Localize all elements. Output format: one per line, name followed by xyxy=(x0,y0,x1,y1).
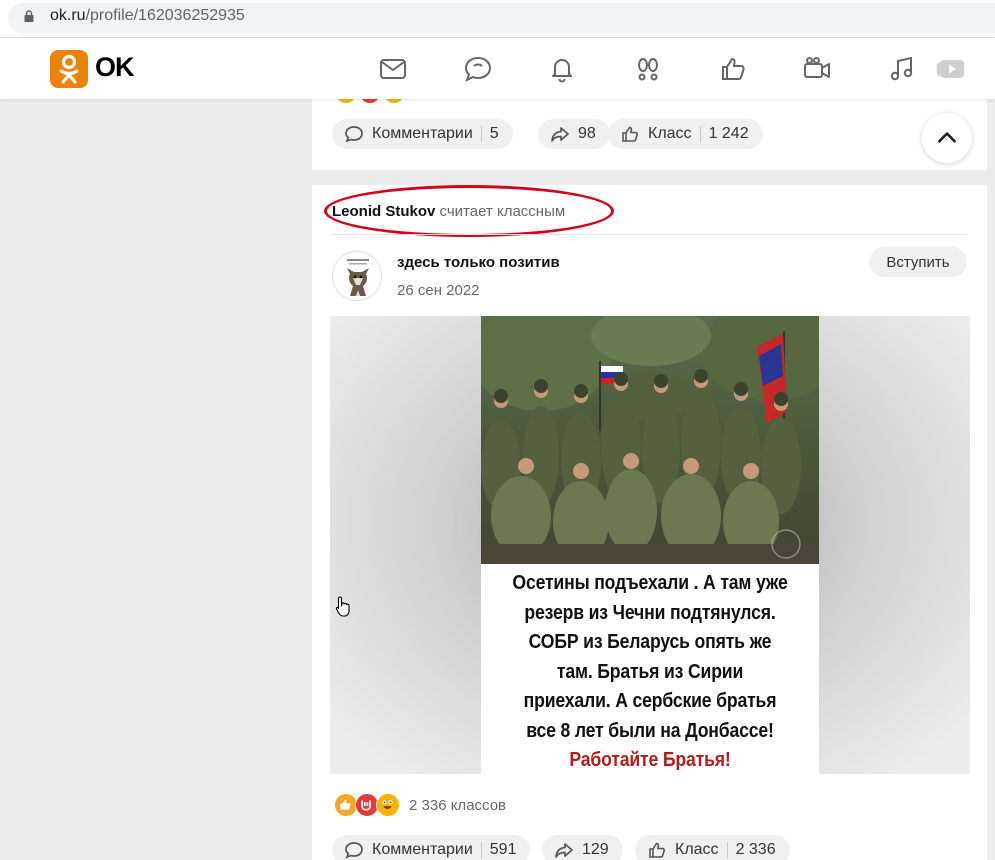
comments-label: Комментарии xyxy=(372,125,473,142)
post-media[interactable]: Осетины подъехали . А там уже резерв из … xyxy=(330,316,970,774)
likes-icon[interactable] xyxy=(718,54,748,84)
like-icon xyxy=(622,126,639,142)
logo-text[interactable]: OK xyxy=(95,52,134,83)
comments-button[interactable]: Комментарии 591 xyxy=(332,835,531,860)
comments-count: 591 xyxy=(489,841,517,858)
top-nav: OK xyxy=(0,38,995,99)
share-button[interactable]: 98 xyxy=(538,119,610,149)
class-count: 2 336 xyxy=(735,841,776,858)
guests-icon[interactable] xyxy=(633,54,663,84)
browser-address-bar: ok.ru/profile/162036252935 xyxy=(0,0,995,38)
url-text[interactable]: ok.ru/profile/162036252935 xyxy=(50,7,245,25)
poster-caption: Осетины подъехали . А там уже резерв из … xyxy=(505,568,796,774)
group-avatar[interactable] xyxy=(332,251,382,301)
share-icon xyxy=(551,127,569,142)
poster-line: приехали. А сербские братья xyxy=(523,689,777,712)
poster-line: там. Братья из Сирии xyxy=(556,659,744,683)
author-action: считает классным xyxy=(439,203,566,220)
share-icon xyxy=(555,843,573,858)
music-icon[interactable] xyxy=(887,54,917,84)
reactions-summary[interactable]: 2 336 классов xyxy=(334,792,506,818)
hand-cursor-icon xyxy=(335,596,350,617)
laugh-reaction-icon xyxy=(376,793,400,817)
comment-icon xyxy=(345,126,363,143)
share-count: 98 xyxy=(578,125,596,142)
share-count: 129 xyxy=(582,841,609,858)
share-button[interactable]: 129 xyxy=(542,835,623,860)
camera-icon[interactable] xyxy=(802,54,832,84)
lock-icon xyxy=(24,10,34,22)
divider xyxy=(332,234,967,235)
class-count: 1 242 xyxy=(708,125,749,142)
class-label: Класс xyxy=(648,125,692,142)
mail-icon[interactable] xyxy=(378,54,408,84)
bell-icon[interactable] xyxy=(547,54,577,84)
class-label: Класс xyxy=(675,841,719,858)
comments-button[interactable]: Комментарии 5 xyxy=(332,119,513,149)
previous-post-card: Комментарии 5 98 Класс 1 242 xyxy=(312,91,987,170)
scroll-to-top-button[interactable] xyxy=(922,113,972,163)
class-button[interactable]: Класс 1 242 xyxy=(608,119,763,149)
poster-line: резерв из Чечни подтянулся. xyxy=(524,600,776,624)
comments-count: 5 xyxy=(489,125,499,142)
ok-logo-icon[interactable] xyxy=(50,50,88,88)
join-button[interactable]: Вступить xyxy=(869,247,967,277)
comments-label: Комментарии xyxy=(372,841,473,858)
post-date: 26 сен 2022 xyxy=(397,282,480,299)
poster-highlight: Работайте Братья! xyxy=(569,748,731,771)
chevron-up-icon xyxy=(937,132,957,143)
poster-line: Осетины подъехали . А там уже xyxy=(512,571,788,594)
class-button[interactable]: Класс 2 336 xyxy=(635,835,790,860)
post-card: Leonid Stukov считает классным здесь тол… xyxy=(312,185,987,860)
post-author-line: Leonid Stukov считает классным xyxy=(332,203,565,220)
poster-image: Осетины подъехали . А там уже резерв из … xyxy=(481,316,819,774)
comment-icon xyxy=(345,842,363,859)
reactions-count: 2 336 классов xyxy=(409,796,507,814)
chat-icon[interactable] xyxy=(463,54,493,84)
like-icon xyxy=(649,842,666,858)
soldiers-photo xyxy=(481,316,819,564)
video-icon[interactable] xyxy=(935,54,969,84)
poster-line: СОБР из Беларусь опять же xyxy=(528,630,772,653)
author-name[interactable]: Leonid Stukov xyxy=(332,203,435,220)
group-name[interactable]: здесь только позитив xyxy=(397,254,560,271)
poster-line: все 8 лет были на Донбассе! xyxy=(526,718,774,742)
